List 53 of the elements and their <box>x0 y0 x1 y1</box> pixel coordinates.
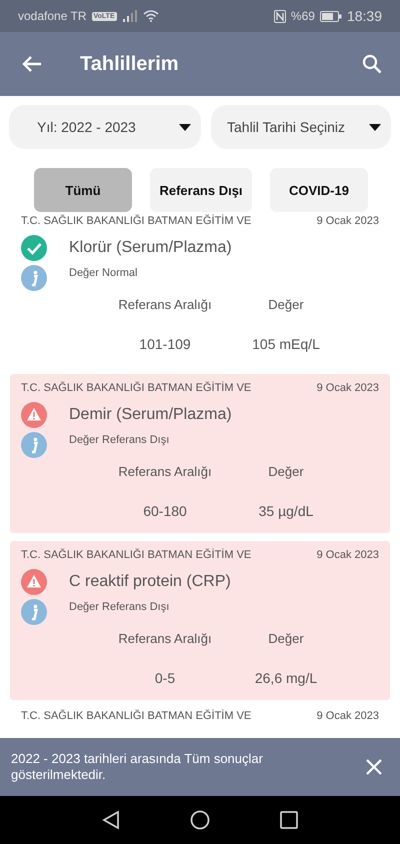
hospital-name: T.C. SAĞLIK BAKANLIĞI BATMAN EĞİTİM VE <box>21 215 252 227</box>
dropdown-caret-icon <box>369 124 381 130</box>
column-label: Değer <box>267 464 305 479</box>
recents-square-icon[interactable] <box>280 811 298 829</box>
battery-percent: %69 <box>290 9 315 23</box>
result-status-text: Değer Normal <box>69 267 138 279</box>
result-date: 9 Ocak 2023 <box>316 710 379 722</box>
wifi-icon <box>142 10 159 22</box>
result-status-text: Değer Referans Dışı <box>69 434 170 446</box>
nfc-icon <box>274 10 286 22</box>
reference-range: 0-5 <box>154 670 176 686</box>
column-label: Değer <box>267 297 305 312</box>
filter-tab[interactable]: COVID-19 <box>270 168 368 212</box>
result-date: 9 Ocak 2023 <box>316 382 379 394</box>
signal-icon <box>122 10 138 22</box>
page-title: Tahlillerim <box>80 52 180 76</box>
hospital-name: T.C. SAĞLIK BAKANLIĞI BATMAN EĞİTİM VE <box>21 710 252 722</box>
filter-dropdown[interactable]: Yıl: 2022 - 2023 <box>9 105 201 149</box>
filter-tab[interactable]: Referans Dışı <box>150 168 252 212</box>
search-icon[interactable] <box>362 54 382 74</box>
result-value: 105 mEq/L <box>251 336 321 352</box>
column-label: Referans Aralığı <box>117 464 213 479</box>
snackbar-message: 2022 - 2023 tarihleri arasında Tüm sonuçlar gösterilmektedir. <box>11 750 264 784</box>
hospital-name: T.C. SAĞLIK BAKANLIĞI BATMAN EĞİTİM VE <box>21 549 252 561</box>
test-name: Klorür (Serum/Plazma) <box>69 239 232 257</box>
check-icon <box>21 235 47 261</box>
filter-dropdown[interactable]: Tahlil Tarihi Seçiniz <box>211 105 391 149</box>
dropdown-caret-icon <box>179 124 191 130</box>
close-icon[interactable] <box>366 759 382 775</box>
carrier-name: vodafone TR <box>18 9 86 23</box>
reference-range: 60-180 <box>142 503 188 519</box>
column-label: Referans Aralığı <box>117 631 213 646</box>
filter-tab[interactable]: Tümü <box>34 168 132 212</box>
result-date: 9 Ocak 2023 <box>316 549 379 561</box>
result-value: 35 µg/dL <box>258 503 314 519</box>
result-card[interactable]: T.C. SAĞLIK BAKANLIĞI BATMAN EĞİTİM VE 9 Ocak 2023 Demir (Serum/Plazma) Değer Referans Dışı Referans Aralığı Değer 60-180 35 µg/dL <box>10 374 390 533</box>
column-label: Değer <box>267 631 305 646</box>
home-circle-icon[interactable] <box>190 810 210 830</box>
battery-icon <box>320 10 342 22</box>
warning-icon <box>21 402 47 428</box>
column-label: Referans Aralığı <box>117 297 213 312</box>
test-name: C reaktif protein (CRP) <box>69 573 231 591</box>
result-value: 26,6 mg/L <box>254 670 318 686</box>
clock-time: 18:39 <box>346 8 382 24</box>
result-card[interactable]: T.C. SAĞLIK BAKANLIĞI BATMAN EĞİTİM VE 9 Ocak 2023 C reaktif protein (CRP) Değer Referans Dışı Referans Aralığı Değer 0-5 26,6 mg/L <box>10 541 390 700</box>
result-date: 9 Ocak 2023 <box>316 215 379 227</box>
reference-range: 101-109 <box>138 336 192 352</box>
back-triangle-icon[interactable] <box>102 810 120 830</box>
test-name: Demir (Serum/Plazma) <box>69 406 232 424</box>
result-status-text: Değer Referans Dışı <box>69 601 170 613</box>
warning-icon <box>21 569 47 595</box>
hospital-name: T.C. SAĞLIK BAKANLIĞI BATMAN EĞİTİM VE <box>21 382 252 394</box>
back-arrow-icon[interactable] <box>22 55 42 73</box>
